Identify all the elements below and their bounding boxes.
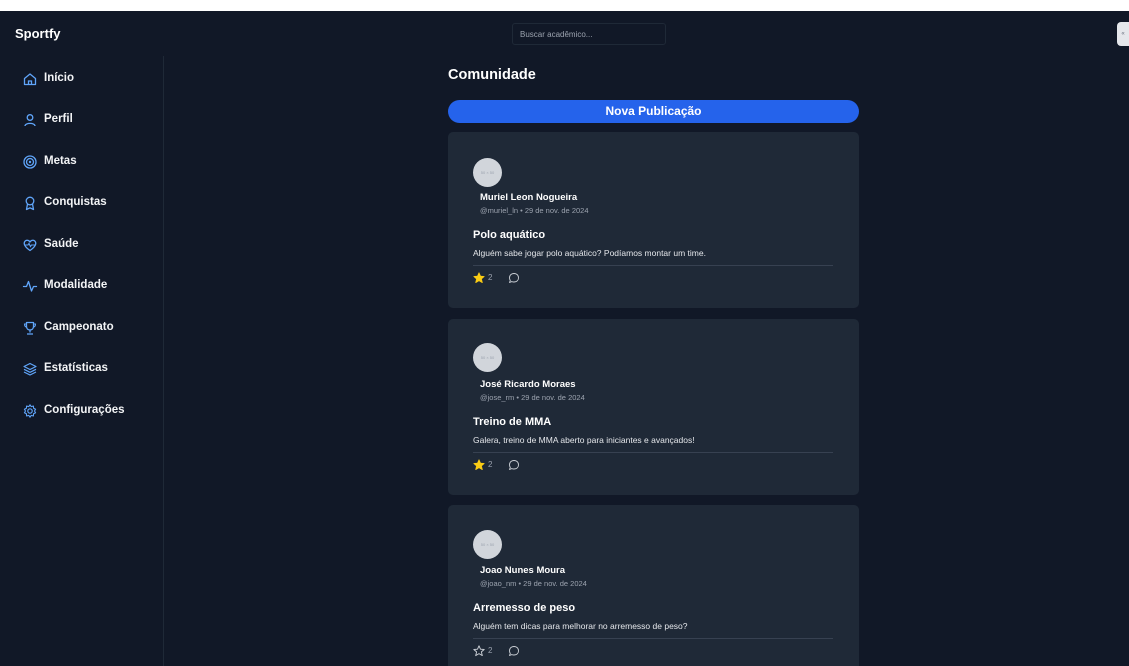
avatar[interactable]: 50 × 50	[473, 158, 502, 187]
post-title: Polo aquático	[473, 229, 546, 241]
sidebar-item-saude[interactable]: Saúde	[0, 230, 163, 260]
sidebar-item-conquistas[interactable]: Conquistas	[0, 188, 163, 218]
post-author[interactable]: Muriel Leon Nogueira	[480, 192, 577, 203]
post-author[interactable]: Joao Nunes Moura	[480, 565, 565, 576]
sidebar-item-perfil[interactable]: Perfil	[0, 105, 163, 135]
post-title: Arremesso de peso	[473, 602, 576, 614]
star-icon[interactable]	[473, 459, 485, 471]
layers-icon	[23, 362, 37, 376]
sidebar-item-campeonato[interactable]: Campeonato	[0, 313, 163, 343]
sidebar: Início Perfil Metas Conquistas Saúde Mod…	[0, 56, 164, 666]
star-outline-icon[interactable]	[473, 645, 485, 657]
sidebar-item-label: Saúde	[44, 238, 79, 250]
post-card: 50 × 50 Muriel Leon Nogueira @muriel_ln …	[448, 132, 859, 308]
post-body: Alguém sabe jogar polo aquático? Podíamo…	[473, 248, 706, 258]
sidebar-item-inicio[interactable]: Início	[0, 64, 163, 94]
sidebar-item-estatisticas[interactable]: Estatísticas	[0, 354, 163, 384]
post-divider	[473, 638, 833, 639]
heart-pulse-icon	[23, 239, 37, 252]
like-count: 2	[488, 460, 493, 469]
comment-icon[interactable]	[508, 459, 520, 471]
target-icon	[23, 155, 37, 169]
sidebar-item-configuracoes[interactable]: Configurações	[0, 396, 163, 426]
sidebar-item-label: Metas	[44, 155, 77, 167]
sidebar-item-label: Configurações	[44, 404, 125, 416]
home-icon	[23, 73, 37, 86]
sidebar-item-metas[interactable]: Metas	[0, 147, 163, 177]
avatar[interactable]: 50 × 50	[473, 530, 502, 559]
award-icon	[25, 196, 35, 211]
post-body: Galera, treino de MMA aberto para inicia…	[473, 435, 695, 445]
sidebar-item-label: Conquistas	[44, 196, 107, 208]
app-window: Sportfy « Início Perfil Metas Conquistas…	[0, 11, 1129, 666]
post-meta: @joao_nm • 29 de nov. de 2024	[480, 579, 587, 588]
collapse-toggle-button[interactable]: «	[1117, 22, 1129, 46]
sidebar-item-label: Estatísticas	[44, 362, 108, 374]
comment-icon[interactable]	[508, 645, 520, 657]
page-title: Comunidade	[448, 67, 536, 83]
sidebar-item-label: Campeonato	[44, 321, 114, 333]
sidebar-item-label: Modalidade	[44, 279, 108, 291]
like-count: 2	[488, 273, 493, 282]
top-bar: Sportfy «	[0, 11, 1129, 56]
sidebar-item-label: Início	[44, 72, 75, 84]
post-divider	[473, 452, 833, 453]
trophy-icon	[23, 321, 37, 335]
avatar[interactable]: 50 × 50	[473, 343, 502, 372]
post-meta: @jose_rm • 29 de nov. de 2024	[480, 393, 585, 402]
post-card: 50 × 50 Joao Nunes Moura @joao_nm • 29 d…	[448, 505, 859, 666]
user-icon	[24, 114, 36, 127]
post-meta: @muriel_ln • 29 de nov. de 2024	[480, 206, 589, 215]
search-input[interactable]	[512, 23, 666, 45]
sidebar-item-label: Perfil	[44, 113, 73, 125]
post-title: Treino de MMA	[473, 416, 552, 428]
post-divider	[473, 265, 833, 266]
activity-icon	[22, 280, 38, 292]
app-brand[interactable]: Sportfy	[15, 26, 61, 41]
sidebar-item-modalidade[interactable]: Modalidade	[0, 271, 163, 301]
new-post-button[interactable]: Nova Publicação	[448, 100, 859, 123]
gear-icon	[23, 404, 37, 418]
post-author[interactable]: José Ricardo Moraes	[480, 379, 576, 390]
comment-icon[interactable]	[508, 272, 520, 284]
star-icon[interactable]	[473, 272, 485, 284]
post-body: Alguém tem dicas para melhorar no arreme…	[473, 621, 688, 631]
post-card: 50 × 50 José Ricardo Moraes @jose_rm • 2…	[448, 319, 859, 495]
like-count: 2	[488, 646, 493, 655]
